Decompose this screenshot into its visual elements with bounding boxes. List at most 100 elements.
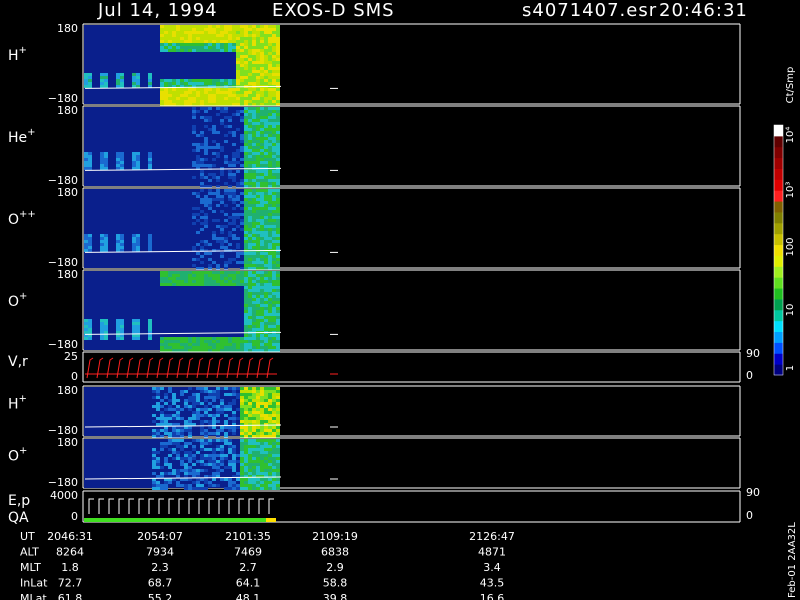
- spectrogram-cell: [228, 34, 232, 37]
- spectrogram-cell: [268, 176, 272, 179]
- spectrogram-cell: [264, 322, 268, 325]
- spectrogram-cell: [264, 119, 268, 122]
- spectrogram-cell: [208, 91, 212, 94]
- spectrogram-cell: [260, 158, 264, 161]
- spectrogram-cell: [244, 55, 248, 58]
- spectrogram-cell: [260, 340, 264, 343]
- spectrogram-cell: [172, 417, 176, 420]
- spectrogram-cell: [192, 116, 196, 119]
- spectrogram-cell: [216, 152, 220, 155]
- spectrogram-cell: [272, 340, 276, 343]
- spectrogram-cell: [272, 414, 276, 417]
- spectrogram-cell: [268, 274, 272, 277]
- spectrogram-cell: [252, 143, 256, 146]
- spectrogram-cell: [184, 429, 188, 432]
- spectrogram-cell: [260, 445, 264, 448]
- spectrogram-cell: [272, 274, 276, 277]
- spectrogram-cell: [236, 340, 240, 343]
- spectrogram-cell: [88, 161, 92, 164]
- spectrogram-cell: [220, 478, 224, 481]
- spectrogram-cell: [252, 322, 256, 325]
- spectrogram-cell: [212, 198, 216, 201]
- spectrogram-cell: [168, 399, 172, 402]
- spectrogram-cell: [84, 331, 88, 334]
- spectrogram-cell: [132, 155, 136, 158]
- spectrogram-cell: [256, 246, 260, 249]
- spectrogram-cell: [216, 225, 220, 228]
- spectrogram-cell: [248, 429, 252, 432]
- spectrogram-cell: [240, 164, 244, 167]
- spectrogram-cell: [264, 411, 268, 414]
- spectrogram-cell: [268, 173, 272, 176]
- spectrogram-cell: [256, 405, 260, 408]
- spectrogram-cell: [184, 445, 188, 448]
- spectrogram-cell: [156, 402, 160, 405]
- spectrogram-cell: [248, 204, 252, 207]
- spectrogram-cell: [184, 337, 188, 340]
- spectrogram-cell: [264, 146, 268, 149]
- spectrogram-cell: [248, 216, 252, 219]
- spectrogram-cell: [260, 316, 264, 319]
- spectrogram-cell: [132, 246, 136, 249]
- spectrogram-cell: [164, 346, 168, 349]
- spectrogram-cell: [244, 146, 248, 149]
- spectrogram-cell: [244, 210, 248, 213]
- spectrogram-cell: [248, 316, 252, 319]
- spectrogram-cell: [136, 322, 140, 325]
- spectrogram-cell: [260, 149, 264, 152]
- spectrogram-cell: [268, 337, 272, 340]
- spectrogram-cell: [240, 40, 244, 43]
- spectrogram-cell: [196, 472, 200, 475]
- spectrogram-cell: [268, 125, 272, 128]
- spectrogram-cell: [264, 219, 268, 222]
- spectrogram-cell: [216, 469, 220, 472]
- spectrogram-cell: [256, 286, 260, 289]
- spectrogram-cell: [84, 249, 88, 252]
- spectrogram-cell: [192, 46, 196, 49]
- spectrogram-cell: [276, 304, 280, 307]
- spectrogram-cell: [260, 243, 264, 246]
- spectrogram-cell: [200, 343, 204, 346]
- spectrogram-cell: [204, 140, 208, 143]
- spectrogram-cell: [272, 140, 276, 143]
- spectrogram-cell: [252, 28, 256, 31]
- spectrogram-cell: [236, 64, 240, 67]
- spectrogram-cell: [256, 37, 260, 40]
- spectrogram-cell: [256, 445, 260, 448]
- spectrogram-cell: [248, 469, 252, 472]
- right-tick-top: 90: [746, 347, 760, 360]
- spectrogram-cell: [240, 28, 244, 31]
- time-axis-value: 7469: [234, 546, 262, 559]
- spectrogram-cell: [164, 393, 168, 396]
- spectrogram-cell: [260, 295, 264, 298]
- spectrogram-cell: [172, 346, 176, 349]
- spectrogram-cell: [256, 393, 260, 396]
- spectrogram-cell: [160, 274, 164, 277]
- spectrogram-cell: [244, 304, 248, 307]
- spectrogram-cell: [244, 280, 248, 283]
- spectrogram-cell: [188, 280, 192, 283]
- spectrogram-cell: [260, 55, 264, 58]
- spectrogram-cell: [260, 255, 264, 258]
- spectrogram-cell: [256, 67, 260, 70]
- spectrogram-cell: [260, 146, 264, 149]
- time-axis-table: UT 2046:31 2054:07 2101:35 2109:19 2126:47ALT…: [20, 530, 515, 600]
- spectrogram-cell: [240, 149, 244, 152]
- spectrogram-cell: [232, 402, 236, 405]
- panel-label-charge: +: [19, 394, 27, 405]
- spectrogram-cell: [216, 472, 220, 475]
- spectrogram-cell: [264, 334, 268, 337]
- spectrogram-cell: [204, 274, 208, 277]
- spectrogram-cell: [228, 100, 232, 103]
- spectrogram-cell: [264, 286, 268, 289]
- spectrogram-cell: [160, 442, 164, 445]
- spectrogram-cell: [244, 128, 248, 131]
- spectrogram-cell: [256, 439, 260, 442]
- spectrogram-cell: [260, 207, 264, 210]
- spectrogram-cell: [156, 457, 160, 460]
- time-axis-value: 2126:47: [469, 530, 515, 543]
- spectrogram-cell: [200, 337, 204, 340]
- spectrogram-cell: [216, 204, 220, 207]
- spectrogram-cell: [272, 55, 276, 58]
- spectrogram-cell: [220, 274, 224, 277]
